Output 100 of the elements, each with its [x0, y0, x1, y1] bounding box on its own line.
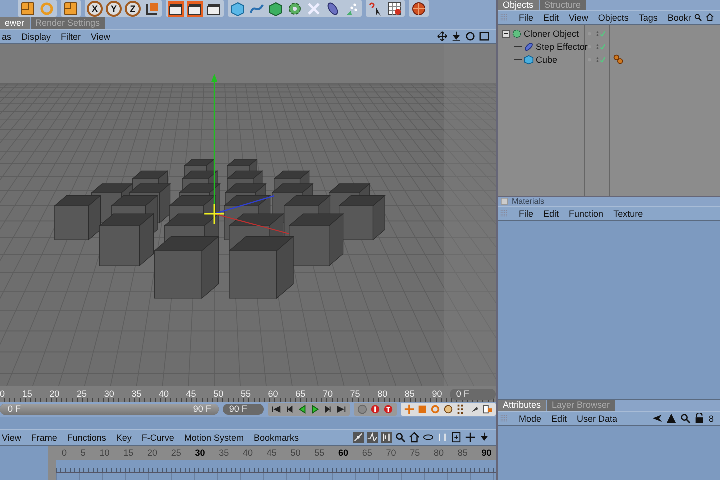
- maximize-icon[interactable]: [479, 31, 490, 42]
- object-name[interactable]: Step Effector: [536, 42, 588, 52]
- visibility-flags-icon[interactable]: [586, 56, 608, 64]
- frame-number: 50: [290, 447, 301, 460]
- panel-tab[interactable]: Attributes: [498, 400, 546, 411]
- record-icon[interactable]: [370, 404, 381, 415]
- frame-number: 25: [76, 389, 87, 399]
- frame-number: 55: [240, 389, 251, 399]
- lock-icon[interactable]: [694, 413, 705, 424]
- end-frame-field[interactable]: 90 F: [223, 404, 264, 415]
- menu-item[interactable]: Texture: [614, 208, 644, 220]
- menu-item[interactable]: Mode: [519, 412, 542, 424]
- range-end-label: 90 F: [193, 404, 212, 415]
- play-icon[interactable]: [310, 404, 321, 415]
- count-label: 8: [708, 414, 714, 424]
- down-arrow-icon[interactable]: [479, 432, 490, 443]
- coordinate-system-icon[interactable]: [144, 0, 160, 16]
- panel-checkbox-icon[interactable]: [501, 198, 508, 205]
- menu-item[interactable]: Edit: [544, 208, 560, 220]
- panel-tab[interactable]: ewer: [0, 17, 30, 29]
- menu-item[interactable]: as: [2, 30, 12, 42]
- menu-item[interactable]: Objects: [598, 12, 629, 24]
- search-icon[interactable]: [694, 12, 703, 23]
- expand-toggle-icon[interactable]: [502, 30, 510, 38]
- last-frame-icon[interactable]: [336, 404, 347, 415]
- menu-item[interactable]: Frame: [31, 432, 58, 444]
- panel-title: Materials: [512, 197, 544, 206]
- clapperboard-icon[interactable]: [168, 0, 184, 16]
- menu-item[interactable]: View: [91, 30, 110, 42]
- key-mode-icon[interactable]: [353, 432, 364, 443]
- menu-item[interactable]: File: [519, 208, 534, 220]
- frame-number: 0: [0, 389, 6, 399]
- up-arrow-icon[interactable]: [666, 413, 677, 424]
- frame-number: 45: [266, 447, 277, 460]
- menu-item[interactable]: Bookr: [668, 12, 692, 24]
- frame-number: 30: [195, 447, 206, 460]
- grip-icon[interactable]: [500, 13, 509, 22]
- menu-item[interactable]: View: [2, 432, 22, 444]
- rotate-view-icon[interactable]: [465, 31, 476, 42]
- menu-item[interactable]: Edit: [552, 412, 568, 424]
- axis-toggle-button[interactable]: Y: [106, 0, 122, 16]
- axis-toggle-button[interactable]: Z: [125, 0, 141, 16]
- grip-icon[interactable]: [500, 209, 509, 218]
- phong-tag-icon[interactable]: [613, 54, 624, 65]
- box-select-icon[interactable]: [20, 0, 36, 16]
- menu-item[interactable]: Filter: [61, 30, 82, 42]
- timeline-ruler[interactable]: 0 15 20 25 30 35 40 45 50 55 60 65 70 75 80 85 90 0 F: [0, 386, 496, 402]
- curve-mode-icon[interactable]: [367, 432, 378, 443]
- key-icon[interactable]: [469, 404, 480, 415]
- scale-icon[interactable]: [63, 0, 79, 16]
- first-frame-icon[interactable]: [271, 404, 282, 415]
- down-arrow-icon[interactable]: [451, 31, 462, 42]
- clapperboard-icon[interactable]: [187, 0, 203, 16]
- frame-number: 60: [268, 389, 278, 399]
- play-back-icon[interactable]: [297, 404, 308, 415]
- prev-key-icon[interactable]: [284, 404, 295, 415]
- menu-item[interactable]: User Data: [577, 412, 618, 424]
- bracket-mode-icon[interactable]: [381, 432, 392, 443]
- menu-item[interactable]: Bookmarks: [254, 432, 299, 444]
- grip-icon[interactable]: [500, 414, 509, 423]
- current-frame-field[interactable]: 0 F: [450, 388, 496, 400]
- menu-item[interactable]: Tags: [638, 12, 658, 24]
- panel-tab[interactable]: Objects: [498, 0, 539, 10]
- menu-item[interactable]: View: [569, 12, 588, 24]
- menu-item[interactable]: Display: [22, 30, 52, 42]
- menu-item[interactable]: Edit: [544, 12, 560, 24]
- search-icon[interactable]: [395, 432, 406, 443]
- leaf-icon[interactable]: [325, 0, 341, 16]
- frame-number: 15: [22, 389, 32, 399]
- frame-number: 80: [378, 389, 388, 399]
- move-view-icon[interactable]: [465, 432, 476, 443]
- back-arrow-icon[interactable]: [652, 413, 663, 424]
- home-icon[interactable]: [706, 12, 714, 23]
- visibility-flags-icon[interactable]: [586, 30, 608, 38]
- menu-item[interactable]: Function: [569, 208, 604, 220]
- object-name[interactable]: Cube: [536, 54, 558, 64]
- globe-icon[interactable]: [411, 0, 427, 16]
- object-name[interactable]: Cloner Object: [524, 28, 580, 38]
- menu-item[interactable]: File: [519, 12, 534, 24]
- autokey-icon[interactable]: [383, 404, 394, 415]
- frame-icon[interactable]: [451, 432, 462, 443]
- fcurve-ruler[interactable]: 0 5 10 15 20 25 30 35 40 45 50 55 60 65 70 75 80 85 90: [56, 446, 496, 460]
- menu-item[interactable]: Key: [116, 432, 132, 444]
- search-icon[interactable]: [680, 413, 691, 424]
- options-icon[interactable]: [482, 404, 493, 415]
- frame-number: 75: [350, 389, 360, 399]
- calendar-help-icon[interactable]: [387, 0, 403, 16]
- flower-icon[interactable]: [287, 0, 303, 16]
- param-key-icon[interactable]: [443, 404, 454, 415]
- frame-number: 60: [338, 447, 349, 460]
- menu-item[interactable]: F-Curve: [142, 432, 174, 444]
- next-key-icon[interactable]: [323, 404, 334, 415]
- menu-item[interactable]: Motion System: [184, 432, 244, 444]
- visibility-flags-icon[interactable]: [586, 42, 608, 50]
- frame-number: 45: [186, 389, 196, 399]
- ellipse-icon[interactable]: [423, 432, 434, 443]
- move-view-icon[interactable]: [437, 31, 448, 42]
- menu-item[interactable]: Functions: [67, 432, 106, 444]
- axis-toggle-button[interactable]: X: [87, 0, 103, 16]
- home-icon[interactable]: [409, 432, 420, 443]
